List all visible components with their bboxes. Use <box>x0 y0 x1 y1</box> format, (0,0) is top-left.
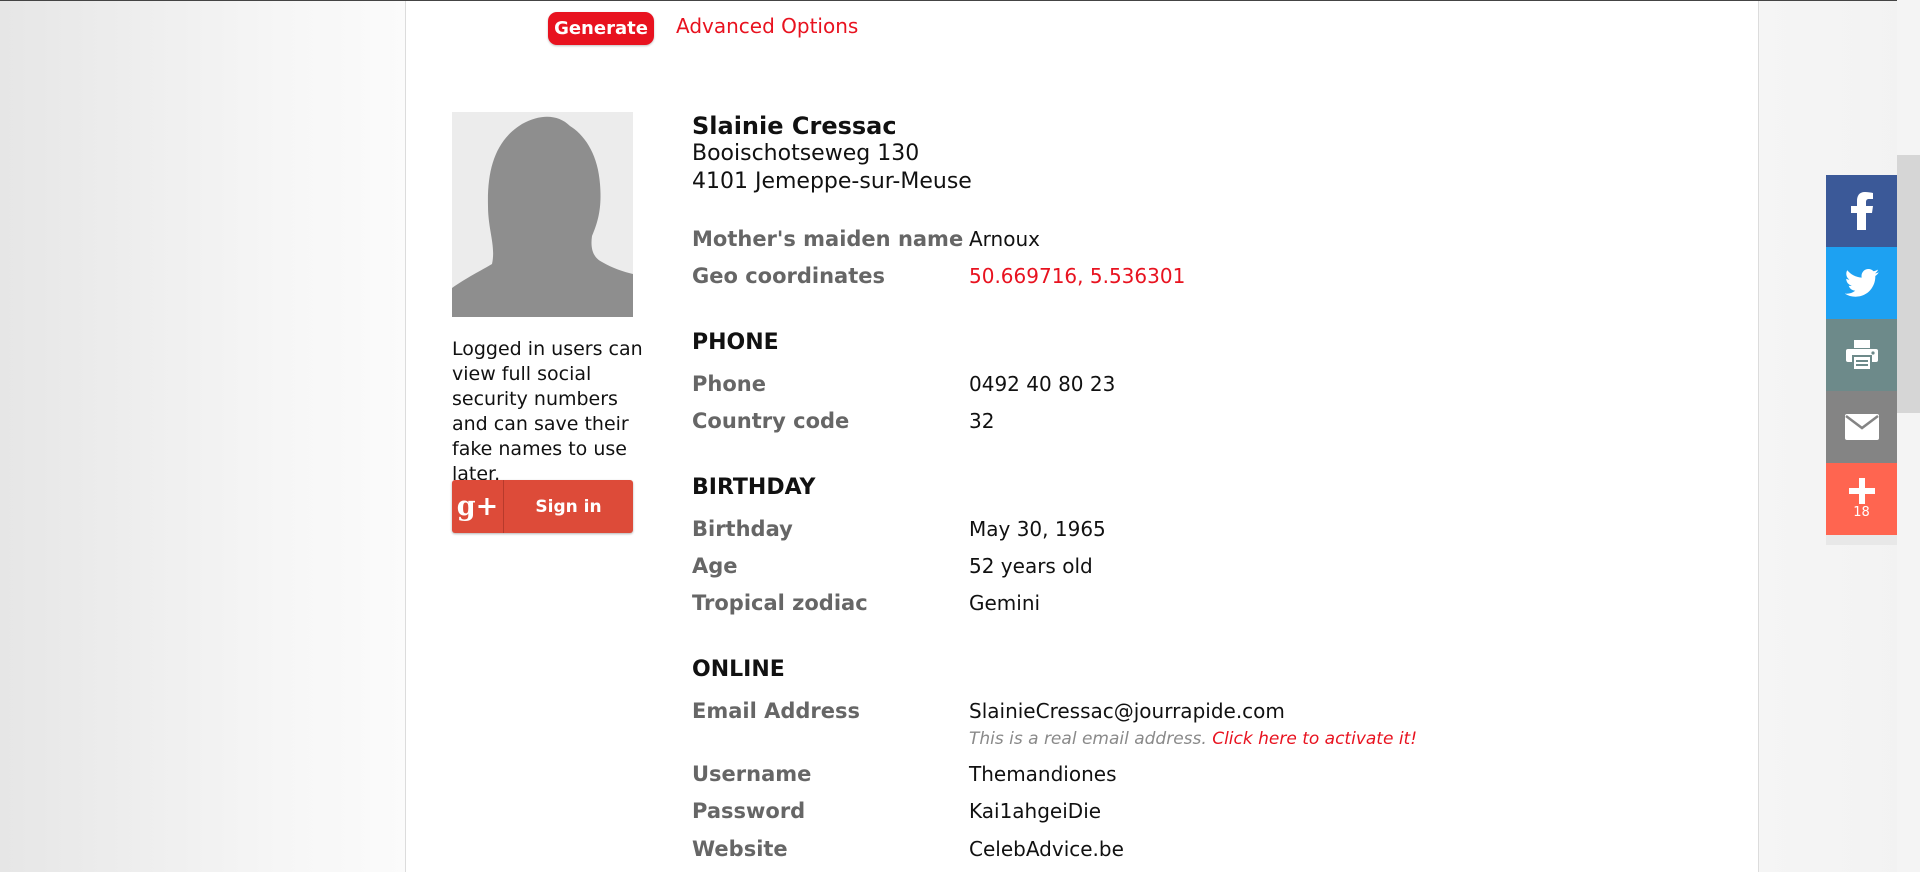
google-plus-icon: g+ <box>452 480 504 533</box>
detail-label: Phone <box>692 372 766 396</box>
detail-value: Gemini <box>969 591 1041 615</box>
plus-icon <box>1848 478 1875 504</box>
email-icon <box>1844 414 1879 440</box>
detail-value: 0492 40 80 23 <box>969 372 1116 396</box>
detail-label: Username <box>692 762 812 786</box>
detail-label: Mother's maiden name <box>692 227 964 251</box>
login-note: Logged in users can view full social sec… <box>452 338 643 485</box>
section-heading-phone: PHONE <box>692 330 779 355</box>
avatar <box>452 112 633 317</box>
geo-coordinates-link[interactable]: 50.669716, 5.536301 <box>969 264 1185 288</box>
detail-label: Age <box>692 554 738 578</box>
detail-label: Website <box>692 837 788 861</box>
facebook-icon <box>1850 192 1873 230</box>
email-share-button[interactable] <box>1826 391 1897 463</box>
generate-button[interactable]: Generate <box>548 12 654 45</box>
detail-value: CelebAdvice.be <box>969 837 1124 861</box>
scrollbar-track[interactable] <box>1897 0 1920 872</box>
person-name: Slainie Cressac <box>692 112 897 140</box>
email-value: SlainieCressac@jourrapide.com <box>969 699 1285 723</box>
share-bar-footer <box>1826 535 1897 545</box>
detail-label: Country code <box>692 409 850 433</box>
google-plus-signin-button[interactable]: g+ Sign in <box>452 480 633 533</box>
section-heading-birthday: BIRTHDAY <box>692 475 816 500</box>
print-icon <box>1845 340 1878 370</box>
twitter-icon <box>1844 269 1879 297</box>
address-city: 4101 Jemeppe-sur-Meuse <box>692 169 972 194</box>
detail-value: 52 years old <box>969 554 1093 578</box>
detail-value: May 30, 1965 <box>969 517 1106 541</box>
main-content-panel: Generate Advanced Options Logged in user… <box>405 1 1759 872</box>
detail-label: Tropical zodiac <box>692 591 868 615</box>
section-heading-online: ONLINE <box>692 657 785 682</box>
detail-value: Kai1ahgeiDie <box>969 799 1102 823</box>
signin-label: Sign in <box>535 496 602 517</box>
more-share-button[interactable]: 18 <box>1826 463 1897 535</box>
detail-label: Geo coordinates <box>692 264 886 288</box>
person-silhouette-icon <box>452 116 633 317</box>
detail-value: Arnoux <box>969 227 1040 251</box>
print-button[interactable] <box>1826 319 1897 391</box>
detail-value: 32 <box>969 409 995 433</box>
detail-label: Email Address <box>692 699 861 723</box>
share-bar: 18 <box>1826 175 1897 545</box>
scrollbar-thumb[interactable] <box>1897 155 1920 413</box>
detail-label: Birthday <box>692 517 793 541</box>
facebook-share-button[interactable] <box>1826 175 1897 247</box>
email-note-text: This is a real email address. <box>969 729 1213 749</box>
twitter-share-button[interactable] <box>1826 247 1897 319</box>
address-street: Booischotseweg 130 <box>692 141 920 166</box>
share-count: 18 <box>1853 505 1870 520</box>
advanced-options-link[interactable]: Advanced Options <box>676 14 858 38</box>
detail-label: Password <box>692 799 806 823</box>
email-note: This is a real email address. Click here… <box>969 729 1417 749</box>
activate-email-link[interactable]: Click here to activate it! <box>1212 729 1417 749</box>
detail-value: Themandiones <box>969 762 1117 786</box>
